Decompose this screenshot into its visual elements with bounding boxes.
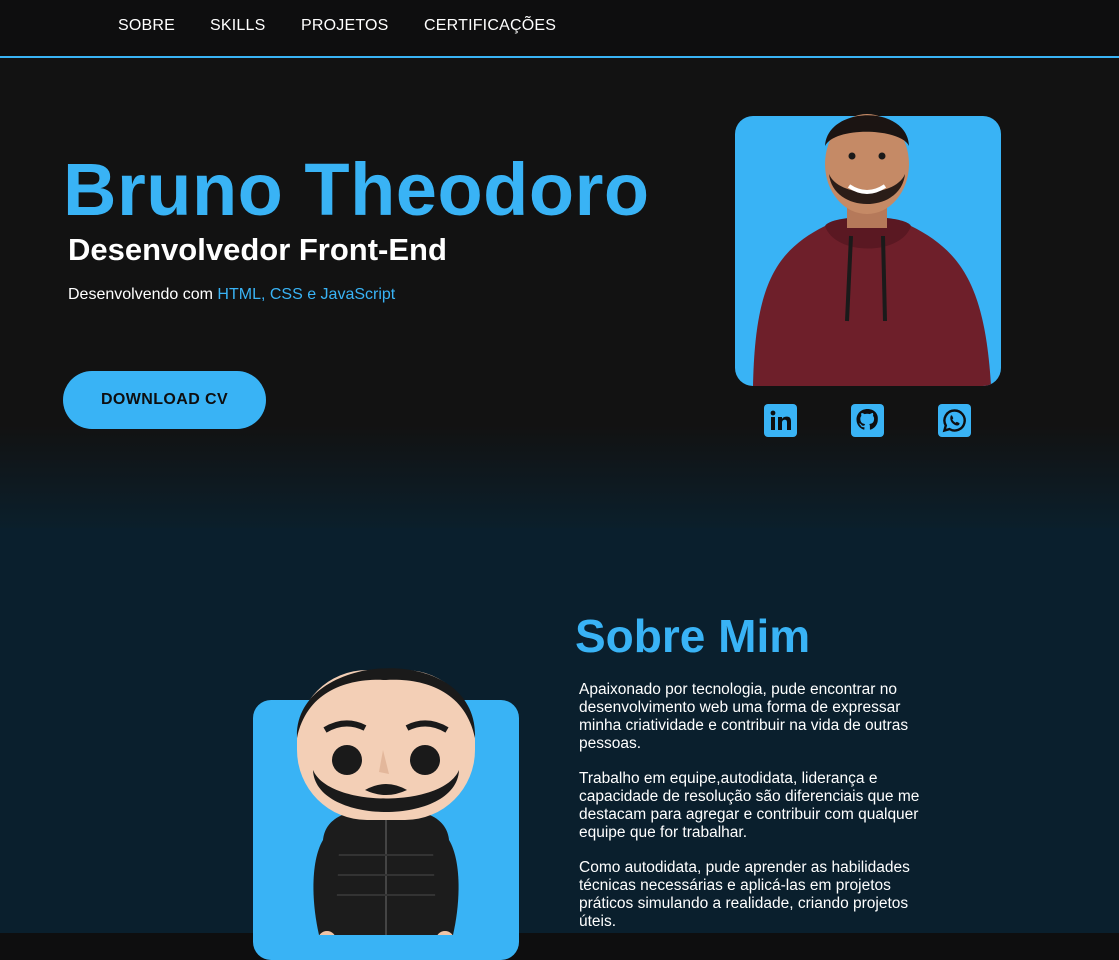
whatsapp-icon[interactable] [938,404,971,437]
about-title: Sobre Mim [575,610,811,662]
tagline-highlight: HTML, CSS e JavaScript [217,286,396,303]
profile-photo-illustration [753,114,991,386]
hero-section: Bruno Theodoro Desenvolvedor Front-End D… [0,58,1119,528]
hero-tagline: Desenvolvendo com HTML, CSS e JavaScript [68,286,395,304]
linkedin-icon[interactable] [764,404,797,437]
nav-link-certificacoes[interactable]: CERTIFICAÇÕES [424,17,556,35]
hero-name: Bruno Theodoro [63,148,650,231]
tagline-prefix: Desenvolvendo com [68,286,218,303]
top-nav: SOBRE SKILLS PROJETOS CERTIFICAÇÕES [0,0,1119,58]
funko-figure-illustration [296,668,476,935]
about-text: Apaixonado por tecnologia, pude encontra… [579,681,929,948]
avatar-figure [253,668,519,960]
nav-link-sobre[interactable]: SOBRE [118,17,175,35]
hero-role: Desenvolvedor Front-End [68,232,447,267]
about-paragraph-1: Apaixonado por tecnologia, pude encontra… [579,681,909,752]
about-section: Sobre Mim Apaixonado por tecnologia, pud… [0,528,1119,960]
about-paragraph-2: Trabalho em equipe,autodidata, liderança… [579,770,920,841]
nav-link-projetos[interactable]: PROJETOS [301,17,389,35]
github-icon[interactable] [851,404,884,437]
nav-link-skills[interactable]: SKILLS [210,17,265,35]
profile-photo [735,114,1001,386]
download-cv-button[interactable]: DOWNLOAD CV [63,371,266,429]
about-paragraph-3: Como autodidata, pude aprender as habili… [579,859,910,930]
